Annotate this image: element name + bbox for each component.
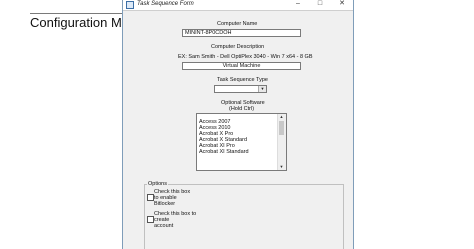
maximize-button[interactable]: □ — [309, 0, 331, 9]
chevron-down-icon[interactable]: ▼ — [258, 86, 266, 92]
create-account-label-line-3: account — [154, 223, 174, 229]
computer-name-label: Computer Name — [217, 21, 258, 27]
task-sequence-form-window: Task Sequence Form – □ ✕ Computer Name M… — [122, 0, 354, 249]
app-icon — [126, 1, 134, 9]
optional-software-listbox[interactable]: Access 2007 Access 2010 Acrobat X Pro Ac… — [196, 113, 287, 171]
enable-bitlocker-checkbox[interactable] — [147, 194, 154, 201]
scroll-thumb[interactable] — [279, 121, 284, 135]
computer-name-input[interactable]: MININT-8P0CDOH — [182, 29, 301, 37]
computer-description-input[interactable]: Virtual Machine — [182, 62, 301, 70]
minimize-button[interactable]: – — [287, 0, 309, 9]
optional-software-sublabel: (Hold Ctrl) — [229, 106, 255, 112]
computer-description-label: Computer Description — [211, 44, 265, 50]
background-divider — [30, 13, 130, 14]
task-sequence-type-select[interactable]: ▼ — [214, 85, 267, 93]
task-sequence-type-label: Task Sequence Type — [217, 77, 268, 83]
enable-bitlocker-label-line-3: Bitlocker — [154, 201, 176, 207]
window-title: Task Sequence Form — [137, 1, 194, 7]
create-account-checkbox[interactable] — [147, 216, 154, 223]
listbox-scrollbar[interactable]: ▲ ▼ — [277, 114, 286, 170]
scroll-down-arrow-icon[interactable]: ▼ — [278, 164, 285, 170]
computer-description-hint: EX: Sam Smith - Dell OptiPlex 3040 - Win… — [178, 54, 313, 60]
title-bar[interactable]: Task Sequence Form – □ ✕ — [123, 0, 353, 11]
list-item[interactable]: Acrobat XI Standard — [199, 149, 249, 155]
options-legend: Options — [147, 181, 168, 187]
close-button[interactable]: ✕ — [331, 0, 353, 9]
scroll-up-arrow-icon[interactable]: ▲ — [278, 114, 285, 120]
